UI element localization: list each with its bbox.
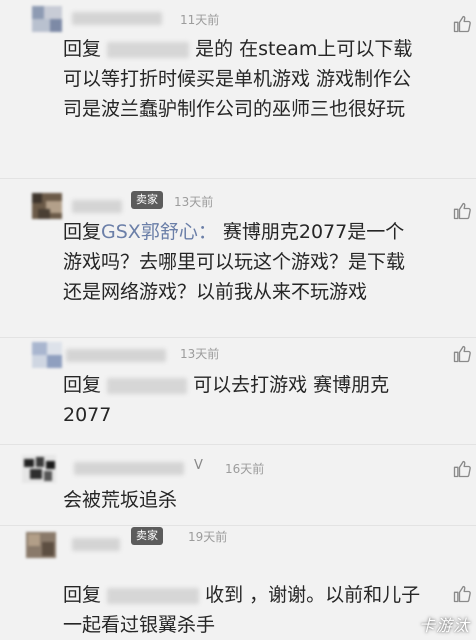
username-blurred[interactable] — [72, 538, 120, 551]
reply-prefix: 回复 — [63, 38, 102, 60]
comment-time: 19天前 — [188, 530, 228, 544]
thumbs-up-icon[interactable] — [452, 201, 472, 221]
reply-prefix: 回复 — [63, 374, 102, 396]
username-blurred[interactable] — [72, 200, 122, 213]
comment-body: 会被荒坂追杀 — [63, 485, 423, 515]
comment-body: 回复GSX郭舒心： 赛博朋克2077是一个游戏吗？去哪里可以玩这个游戏？是下载还… — [63, 217, 423, 307]
avatar[interactable] — [32, 193, 62, 219]
comment-body: 回复 收到 ，谢谢。以前和儿子一起看过银翼杀手 — [63, 580, 433, 640]
comment-time: 11天前 — [180, 13, 220, 27]
comment-text: 会被荒坂追杀 — [63, 489, 178, 511]
reply-prefix: 回复 — [63, 584, 102, 606]
avatar[interactable] — [22, 455, 56, 483]
username-blurred[interactable] — [74, 462, 184, 475]
comment-time: 13天前 — [180, 347, 220, 361]
thumbs-up-icon[interactable] — [452, 584, 472, 604]
reply-target[interactable]: GSX郭舒心： — [101, 221, 217, 243]
reply-target-blurred — [107, 587, 200, 604]
avatar[interactable] — [26, 532, 56, 558]
reply-target-blurred — [107, 41, 190, 58]
reply-target-blurred — [107, 377, 188, 394]
comment-item: 11天前 回复 是的 在steam上可以下载可以等打折时候买是单机游戏 游戏制作… — [0, 0, 476, 178]
comment-item: 卖家 13天前 回复GSX郭舒心： 赛博朋克2077是一个游戏吗？去哪里可以玩这… — [0, 179, 476, 337]
avatar[interactable] — [32, 6, 62, 32]
username-blurred[interactable] — [72, 12, 162, 25]
comment-item: 13天前 回复 可以去打游戏 赛博朋克2077 — [0, 338, 476, 444]
comment-body: 回复 可以去打游戏 赛博朋克2077 — [63, 370, 423, 430]
comment-body: 回复 是的 在steam上可以下载可以等打折时候买是单机游戏 游戏制作公司是波兰… — [63, 34, 423, 124]
seller-badge: 卖家 — [131, 191, 163, 209]
thumbs-up-icon[interactable] — [452, 14, 472, 34]
comment-time: 16天前 — [225, 462, 265, 476]
username-blurred[interactable] — [66, 349, 166, 362]
avatar[interactable] — [32, 342, 62, 368]
verified-mark: V — [194, 458, 203, 473]
seller-badge: 卖家 — [131, 527, 163, 545]
thumbs-up-icon[interactable] — [452, 344, 472, 364]
thumbs-up-icon[interactable] — [452, 459, 472, 479]
comment-item: V 16天前 会被荒坂追杀 — [0, 445, 476, 525]
watermark: 卡游汰 — [418, 616, 470, 635]
reply-prefix: 回复 — [63, 221, 102, 243]
comment-time: 13天前 — [174, 195, 214, 209]
comment-item: 卖家 19天前 回复 收到 ，谢谢。以前和儿子一起看过银翼杀手 — [0, 526, 476, 640]
